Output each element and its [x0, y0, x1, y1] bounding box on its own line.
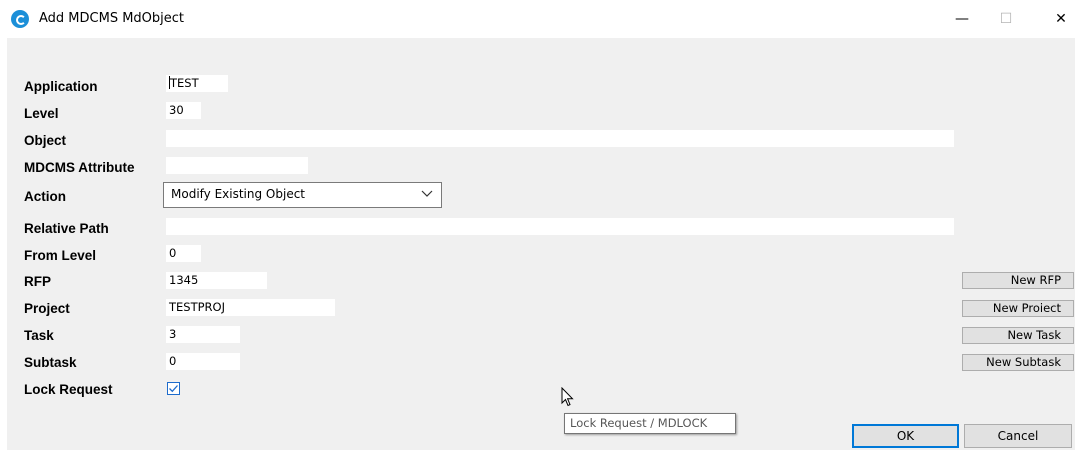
- maximize-button[interactable]: ☐: [991, 6, 1021, 32]
- project-input[interactable]: TESTPROJ: [166, 299, 335, 316]
- minimize-button[interactable]: —: [947, 6, 977, 32]
- level-input[interactable]: 30: [166, 102, 201, 119]
- mdcms-attribute-input[interactable]: [166, 157, 308, 174]
- new-rfp-button[interactable]: New RFP: [962, 272, 1074, 289]
- checkmark-icon: [169, 385, 178, 393]
- subtask-input[interactable]: 0: [166, 353, 240, 370]
- title-bar: Add MDCMS MdObject — ☐ ✕: [0, 0, 1075, 38]
- new-project-button[interactable]: New Proiect: [962, 300, 1074, 317]
- mouse-pointer-icon: [561, 387, 574, 407]
- ok-button[interactable]: OK: [852, 424, 959, 448]
- action-label: Action: [24, 189, 66, 204]
- rfp-label: RFP: [24, 274, 51, 289]
- relative-path-input[interactable]: [166, 218, 954, 235]
- mdcms-attribute-label: MDCMS Attribute: [24, 160, 135, 175]
- relative-path-label: Relative Path: [24, 221, 109, 236]
- subtask-label: Subtask: [24, 355, 77, 370]
- object-input[interactable]: [166, 130, 954, 147]
- from-level-input[interactable]: 0: [166, 245, 201, 262]
- chevron-down-icon: [421, 190, 433, 197]
- application-input[interactable]: TEST: [166, 75, 228, 92]
- level-label: Level: [24, 106, 59, 121]
- action-select[interactable]: Modify Existing Object: [163, 182, 442, 208]
- new-task-button[interactable]: New Task: [962, 327, 1074, 344]
- window-title: Add MDCMS MdObject: [39, 11, 185, 26]
- lock-request-tooltip: Lock Request / MDLOCK: [564, 413, 736, 434]
- project-label: Project: [24, 301, 70, 316]
- cancel-button[interactable]: Cancel: [964, 424, 1072, 448]
- object-label: Object: [24, 133, 67, 148]
- from-level-label: From Level: [24, 248, 97, 263]
- task-label: Task: [24, 328, 54, 343]
- application-label: Application: [24, 79, 98, 94]
- action-selected-value: Modify Existing Object: [171, 187, 306, 201]
- close-button[interactable]: ✕: [1046, 6, 1075, 32]
- task-input[interactable]: 3: [166, 326, 240, 343]
- application-value: TEST: [170, 76, 199, 90]
- lock-request-label: Lock Request: [24, 382, 113, 397]
- app-icon: [11, 10, 29, 28]
- lock-request-checkbox[interactable]: [167, 382, 180, 395]
- rfp-input[interactable]: 1345: [166, 272, 267, 289]
- new-subtask-button[interactable]: New Subtask: [962, 354, 1074, 371]
